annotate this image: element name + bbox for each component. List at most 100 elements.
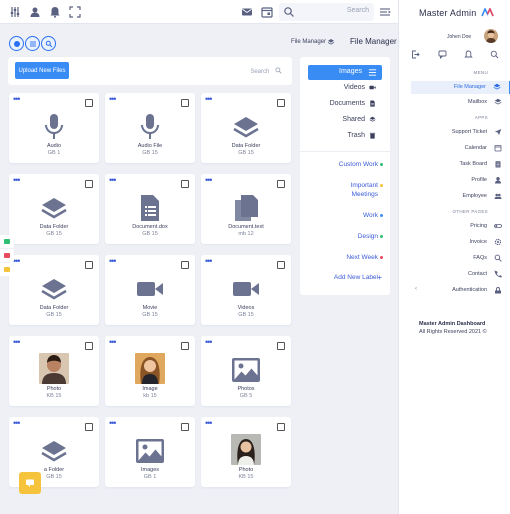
category-images-label: Images xyxy=(339,68,362,75)
more-options-icon[interactable]: ••• xyxy=(205,418,213,428)
more-options-icon[interactable]: ••• xyxy=(205,94,213,104)
sidebar-item-label: FAQs xyxy=(473,255,487,261)
file-card[interactable]: ••• Document.text mb 12 xyxy=(201,174,291,244)
file-card[interactable]: ••• Photo KB 15 xyxy=(201,417,291,487)
file-card[interactable]: ••• Images GB 1 xyxy=(105,417,195,487)
select-checkbox[interactable] xyxy=(181,342,189,350)
select-checkbox[interactable] xyxy=(277,99,285,107)
file-card[interactable]: ••• Data Folder GB 15 xyxy=(9,174,99,244)
user-icon[interactable] xyxy=(28,5,42,19)
info-circle-button[interactable] xyxy=(9,36,24,51)
label-custom-work[interactable]: Custom Work xyxy=(339,160,378,169)
more-options-icon[interactable]: ••• xyxy=(109,337,117,347)
file-card[interactable]: ••• Audio File GB 15 xyxy=(105,93,195,163)
label-design[interactable]: Design xyxy=(358,232,378,241)
upload-new-files-button[interactable]: Upload New Files xyxy=(15,62,69,79)
select-checkbox[interactable] xyxy=(181,261,189,269)
theme-tab-yellow[interactable] xyxy=(0,263,14,276)
more-options-icon[interactable]: ••• xyxy=(205,256,213,266)
search-icon[interactable] xyxy=(490,50,499,59)
sidebar-item-faqs[interactable]: FAQs xyxy=(411,252,510,265)
category-trash[interactable]: Trash xyxy=(347,132,376,139)
sidebar-item-file-manager[interactable]: File Manager xyxy=(411,81,510,94)
category-documents[interactable]: Documents xyxy=(330,100,376,107)
select-checkbox[interactable] xyxy=(181,423,189,431)
select-checkbox[interactable] xyxy=(277,180,285,188)
sidebar-item-mailbox[interactable]: Mailbox xyxy=(411,96,510,109)
file-size: GB 1 xyxy=(47,150,61,156)
chat-fab-button[interactable] xyxy=(19,472,41,494)
more-options-icon[interactable]: ••• xyxy=(205,175,213,185)
brand-name[interactable]: Master Admin xyxy=(419,8,476,18)
label-work[interactable]: Work xyxy=(363,211,378,220)
equalizer-icon[interactable] xyxy=(8,5,22,19)
more-options-icon[interactable]: ••• xyxy=(13,337,21,347)
breadcrumb-parent[interactable]: File Manager xyxy=(291,39,326,45)
sidebar-item-support-ticket[interactable]: Support Ticket xyxy=(411,126,510,139)
select-checkbox[interactable] xyxy=(277,423,285,431)
file-name: Image xyxy=(142,386,158,392)
file-card[interactable]: ••• Data Folder GB 15 xyxy=(201,93,291,163)
label-important-meetings[interactable]: Important Meetings xyxy=(328,181,378,199)
file-name: Audio xyxy=(46,143,62,149)
label-dot xyxy=(380,214,383,217)
select-checkbox[interactable] xyxy=(181,99,189,107)
category-images[interactable]: Images xyxy=(308,65,382,80)
select-checkbox[interactable] xyxy=(181,180,189,188)
select-checkbox[interactable] xyxy=(85,423,93,431)
plus-icon[interactable]: + xyxy=(377,273,382,282)
search-circle-button[interactable] xyxy=(41,36,56,51)
more-options-icon[interactable]: ••• xyxy=(109,94,117,104)
sidebar-item-contact[interactable]: Contact xyxy=(411,268,510,281)
more-options-icon[interactable]: ••• xyxy=(109,418,117,428)
theme-tab-green[interactable] xyxy=(0,235,14,248)
file-search-input[interactable]: Search xyxy=(250,67,282,75)
file-card[interactable]: ••• Document.dox GB 15 xyxy=(105,174,195,244)
file-card[interactable]: ••• Videos GB 15 xyxy=(201,255,291,325)
file-card[interactable]: ••• Audio GB 1 xyxy=(9,93,99,163)
more-options-icon[interactable]: ••• xyxy=(109,175,117,185)
label-next-week[interactable]: Next Week xyxy=(346,253,378,262)
avatar[interactable] xyxy=(484,29,498,43)
select-checkbox[interactable] xyxy=(85,342,93,350)
select-checkbox[interactable] xyxy=(277,261,285,269)
user-name[interactable]: Johen Doe xyxy=(447,34,471,40)
file-name: Movie xyxy=(142,305,158,311)
sidebar-item-calendar[interactable]: Calendar xyxy=(411,142,510,155)
more-options-icon[interactable]: ••• xyxy=(13,175,21,185)
file-card[interactable]: ••• Image kb 15 xyxy=(105,336,195,406)
calendar-icon[interactable] xyxy=(260,5,274,19)
sidebar-item-authentication[interactable]: ‹ Authentication xyxy=(411,284,510,297)
add-new-label-button[interactable]: Add New Label xyxy=(334,274,378,281)
file-card[interactable]: ••• Data Folder GB 15 xyxy=(9,255,99,325)
fullscreen-icon[interactable] xyxy=(68,5,82,19)
top-search-input[interactable]: Search xyxy=(279,3,374,21)
sidebar-item-task-board[interactable]: Task Board xyxy=(411,158,510,171)
select-checkbox[interactable] xyxy=(85,99,93,107)
select-checkbox[interactable] xyxy=(277,342,285,350)
list-circle-button[interactable] xyxy=(25,36,40,51)
sidebar-item-profile[interactable]: Profile xyxy=(411,174,510,187)
more-options-icon[interactable]: ••• xyxy=(13,94,21,104)
category-videos[interactable]: Videos xyxy=(344,84,376,91)
category-shared[interactable]: Shared xyxy=(342,116,376,123)
sidebar-item-invoice[interactable]: Invoice xyxy=(411,236,510,249)
bell-icon[interactable] xyxy=(48,5,62,19)
sidebar-item-employee[interactable]: Employee xyxy=(411,190,510,203)
layers-icon xyxy=(38,273,70,305)
more-options-icon[interactable]: ••• xyxy=(205,337,213,347)
menu-toggle-icon[interactable] xyxy=(378,5,392,19)
logout-icon[interactable] xyxy=(411,50,420,59)
file-card[interactable]: ••• Movie GB 15 xyxy=(105,255,195,325)
select-checkbox[interactable] xyxy=(85,261,93,269)
theme-tab-red[interactable] xyxy=(0,249,14,262)
file-card[interactable]: ••• Photo KB 15 xyxy=(9,336,99,406)
select-checkbox[interactable] xyxy=(85,180,93,188)
more-options-icon[interactable]: ••• xyxy=(109,256,117,266)
sidebar-item-pricing[interactable]: Pricing xyxy=(411,220,510,233)
more-options-icon[interactable]: ••• xyxy=(13,418,21,428)
bell-icon[interactable] xyxy=(464,50,473,59)
file-card[interactable]: ••• Photos GB 5 xyxy=(201,336,291,406)
chat-icon[interactable] xyxy=(438,50,447,59)
mail-icon[interactable] xyxy=(240,5,254,19)
